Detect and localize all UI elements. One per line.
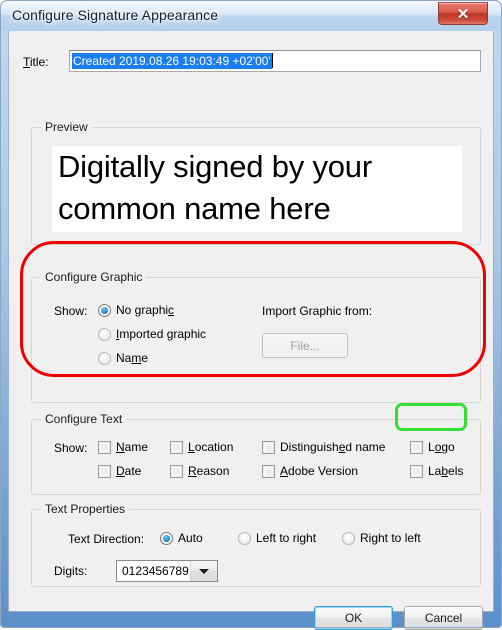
checkbox-distinguished-name-label: Distinguished name [280,440,386,454]
import-graphic-label: Import Graphic from: [262,304,373,318]
configure-text-group: Configure Text Show: Name Location Disti… [31,412,481,495]
checkbox-adobe-version-label: Adobe Version [280,464,359,478]
close-button[interactable]: ✕ [438,2,488,25]
checkbox-indicator [262,464,275,478]
title-input[interactable]: Created 2019.08.26 19:03:49 +02'00' [69,50,481,72]
dialog-window: Configure Signature Appearance ✕ Title: … [0,0,502,630]
window-title: Configure Signature Appearance [12,7,219,23]
radio-indicator [98,303,111,317]
radio-direction-rtl-label: Right to left [360,531,421,545]
checkbox-distinguished-name[interactable]: Distinguished name [262,440,385,454]
radio-no-graphic[interactable]: No graphic [98,303,174,317]
chevron-down-icon[interactable] [190,561,217,581]
radio-indicator [342,531,355,545]
checkbox-name-label: Name [116,440,149,454]
radio-imported-graphic-label: Imported graphic [116,327,207,341]
preview-group-legend: Preview [41,120,92,134]
radio-direction-auto-label: Auto [178,531,203,545]
configure-graphic-group: Configure Graphic Show: No graphic Impor… [31,270,481,403]
checkbox-indicator [170,464,183,478]
checkbox-location[interactable]: Location [170,440,233,454]
radio-imported-graphic[interactable]: Imported graphic [98,327,206,341]
checkbox-indicator [262,440,275,454]
text-caret [271,53,273,68]
digits-label: Digits: [54,564,88,578]
configure-graphic-legend: Configure Graphic [41,270,147,284]
checkbox-labels-label: Labels [428,464,464,478]
title-bar: Configure Signature Appearance [1,1,501,31]
radio-indicator [98,327,111,341]
digits-dropdown[interactable]: 0123456789 [116,560,218,582]
text-properties-legend: Text Properties [41,502,130,516]
radio-indicator [238,531,251,545]
radio-direction-rtl[interactable]: Right to left [342,531,421,545]
checkbox-logo-label: Logo [428,440,455,454]
radio-no-graphic-label: No graphic [116,303,175,317]
checkbox-name[interactable]: Name [98,440,148,454]
checkbox-logo[interactable]: Logo [410,440,455,454]
text-properties-group: Text Properties Text Direction: Auto Lef… [31,502,481,587]
graphic-show-label: Show: [54,304,88,318]
dialog-body: Title: Created 2019.08.26 19:03:49 +02'0… [8,31,494,630]
checkbox-indicator [170,440,183,454]
checkbox-adobe-version[interactable]: Adobe Version [262,464,358,478]
checkbox-date-label: Date [116,464,142,478]
checkbox-indicator [98,440,111,454]
radio-direction-ltr-label: Left to right [256,531,317,545]
ok-button[interactable]: OK [314,606,393,630]
checkbox-location-label: Location [188,440,234,454]
cancel-button[interactable]: Cancel [404,606,483,630]
radio-direction-auto[interactable]: Auto [160,531,203,545]
radio-direction-ltr[interactable]: Left to right [238,531,316,545]
preview-line-2: common name here [58,191,331,226]
digits-dropdown-value: 0123456789 [122,564,189,578]
signature-preview-box: Digitally signed by your common name her… [52,146,462,232]
text-direction-label: Text Direction: [68,532,145,546]
checkbox-indicator [410,440,423,454]
close-x-icon: ✕ [456,5,470,23]
checkbox-indicator [98,464,111,478]
preview-line-1: Digitally signed by your [58,149,372,184]
text-show-label: Show: [54,441,88,455]
radio-name-label: Name [116,351,149,365]
preview-group: Preview Digitally signed by your common … [31,120,481,245]
checkbox-indicator [410,464,423,478]
checkbox-date[interactable]: Date [98,464,141,478]
checkbox-reason[interactable]: Reason [170,464,229,478]
checkbox-labels[interactable]: Labels [410,464,463,478]
title-field-label: Title: [23,55,49,69]
radio-name[interactable]: Name [98,351,148,365]
configure-text-legend: Configure Text [41,412,127,426]
file-browse-button[interactable]: File... [262,333,348,358]
checkbox-reason-label: Reason [188,464,230,478]
title-input-value: Created 2019.08.26 19:03:49 +02'00' [72,53,272,69]
radio-indicator [160,531,173,545]
radio-indicator [98,351,111,365]
title-field-row: Title: Created 2019.08.26 19:03:49 +02'0… [23,50,481,74]
